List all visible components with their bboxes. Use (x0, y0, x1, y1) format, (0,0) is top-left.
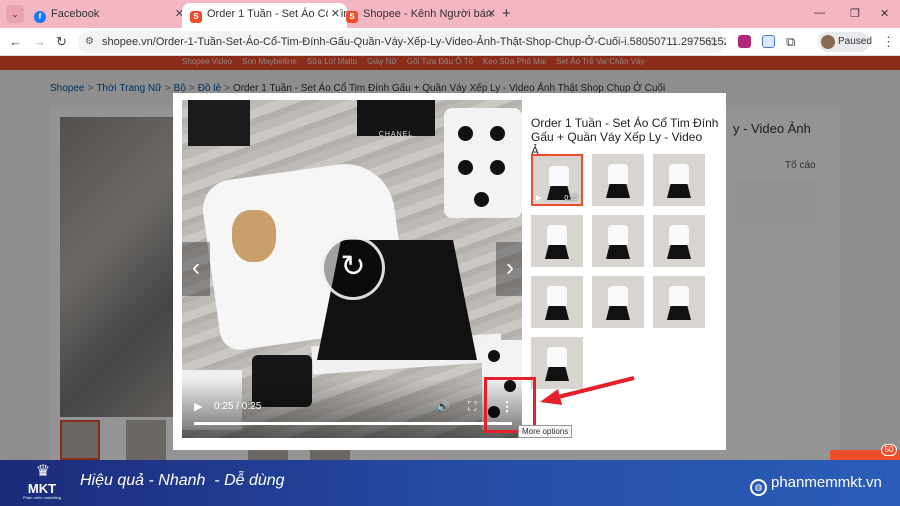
restore-icon[interactable]: ❐ (850, 7, 860, 20)
video-progress-fill (194, 422, 512, 425)
black-box-prop (188, 100, 250, 146)
address-bar[interactable]: ⚙ shopee.vn/Order-1-Tuần-Set-Áo-Cổ-Tim-Đ… (78, 31, 726, 53)
thumbnail-duration: 0:25 (564, 195, 578, 202)
banner-website: ◍ phanmemmkt.vn (750, 474, 882, 496)
media-thumbnail[interactable] (592, 276, 644, 328)
next-media-arrow-icon[interactable]: › (496, 242, 522, 296)
tab-search-button[interactable]: ⌄ (6, 5, 24, 23)
crown-logo-icon: ♛ (35, 463, 50, 480)
tab-title: Shopee - Kênh Người bán (363, 8, 492, 20)
replay-icon[interactable]: ↻ (321, 236, 385, 300)
media-thumbnail[interactable] (592, 215, 644, 267)
forward-arrow-icon[interactable]: → (33, 34, 46, 49)
new-tab-button[interactable]: + (502, 5, 511, 22)
reload-icon[interactable]: ↻ (56, 34, 67, 50)
tab-title: Order 1 Tuần - Set Áo Cổ Tim Đ (207, 8, 347, 20)
play-icon[interactable]: ▶ (194, 400, 202, 413)
chanel-box-prop: CHANEL (357, 100, 435, 138)
more-options-tooltip: More options (518, 425, 573, 438)
media-thumbnail[interactable] (531, 276, 583, 328)
profile-paused-button[interactable]: Paused (818, 32, 872, 52)
media-thumbnail[interactable] (592, 154, 644, 206)
tab-shopee-seller[interactable]: S Shopee - Kênh Người bán ✕ (338, 3, 503, 28)
close-icon[interactable]: ✕ (487, 3, 496, 25)
download-extension-icon[interactable] (738, 35, 751, 48)
media-thumbnail[interactable] (653, 215, 705, 267)
video-progress-bar[interactable] (194, 422, 512, 425)
tab-shopee-product[interactable]: SOrder 1 Tuần - Set Áo Cổ Tim Đ ✕ (182, 3, 347, 28)
shopee-icon: S (346, 11, 358, 23)
video-player[interactable]: CHANEL ↻ ‹ › ▶ 0:25 / 0:25 🔊 ⛶ ⋮ (182, 100, 522, 438)
browser-toolbar: ← → ↻ ⚙ shopee.vn/Order-1-Tuần-Set-Áo-Cổ… (0, 28, 900, 56)
teddy-bear-prop (232, 210, 276, 262)
prev-media-arrow-icon[interactable]: ‹ (182, 242, 210, 296)
shopee-icon: S (190, 11, 202, 23)
tab-facebook[interactable]: f Facebook ✕ (26, 3, 191, 28)
avatar (821, 35, 835, 49)
screen: ⌄ f Facebook ✕ S Order 1 Tuần - Set Áo Cổ … (0, 0, 900, 506)
mkt-logo: ♛ MKT Phần mềm marketing (18, 462, 66, 506)
bookmark-star-icon[interactable]: ☆ (706, 31, 718, 53)
modal-product-title: Order 1 Tuần - Set Áo Cổ Tim Đính Gấu + … (531, 116, 719, 158)
volume-icon[interactable]: 🔊 (436, 400, 450, 413)
profile-status-label: Paused (838, 36, 872, 47)
video-camera-icon: ▶ (536, 195, 542, 202)
url-text: shopee.vn/Order-1-Tuần-Set-Áo-Cổ-Tim-Đín… (102, 36, 726, 48)
fullscreen-icon[interactable]: ⛶ (468, 399, 476, 414)
red-pointer-arrow (540, 376, 635, 405)
dice-pillow-prop (444, 108, 522, 218)
site-info-icon[interactable]: ⚙ (85, 31, 94, 53)
chat-unread-badge: 50 (881, 444, 897, 456)
brand-subtitle: Phần mềm marketing (22, 495, 61, 500)
minimize-icon[interactable]: — (814, 7, 825, 19)
media-thumbnail[interactable] (653, 276, 705, 328)
globe-icon: ◍ (750, 479, 767, 496)
video-timecode: 0:25 / 0:25 (214, 401, 262, 412)
extensions-puzzle-icon[interactable]: ⧉ (786, 34, 795, 50)
browser-tab-strip: ⌄ f Facebook ✕ S Order 1 Tuần - Set Áo Cổ … (0, 0, 900, 28)
website-text: phanmemmkt.vn (771, 474, 882, 491)
window-close-icon[interactable]: ✕ (880, 7, 889, 20)
media-thumbnail[interactable] (531, 215, 583, 267)
media-thumbnail[interactable] (653, 154, 705, 206)
back-arrow-icon[interactable]: ← (9, 34, 22, 49)
banner-slogan: Hiệu quả - Nhanh - Dễ dùng (80, 472, 285, 489)
tab-title: Facebook (51, 8, 100, 20)
brand-name: MKT (27, 481, 57, 496)
facebook-icon: f (34, 11, 46, 23)
kebab-menu-icon[interactable]: ⋮ (882, 34, 895, 50)
video-thumbnail[interactable]: 0:25 ▶ (531, 154, 583, 206)
translate-extension-icon[interactable] (762, 35, 775, 48)
